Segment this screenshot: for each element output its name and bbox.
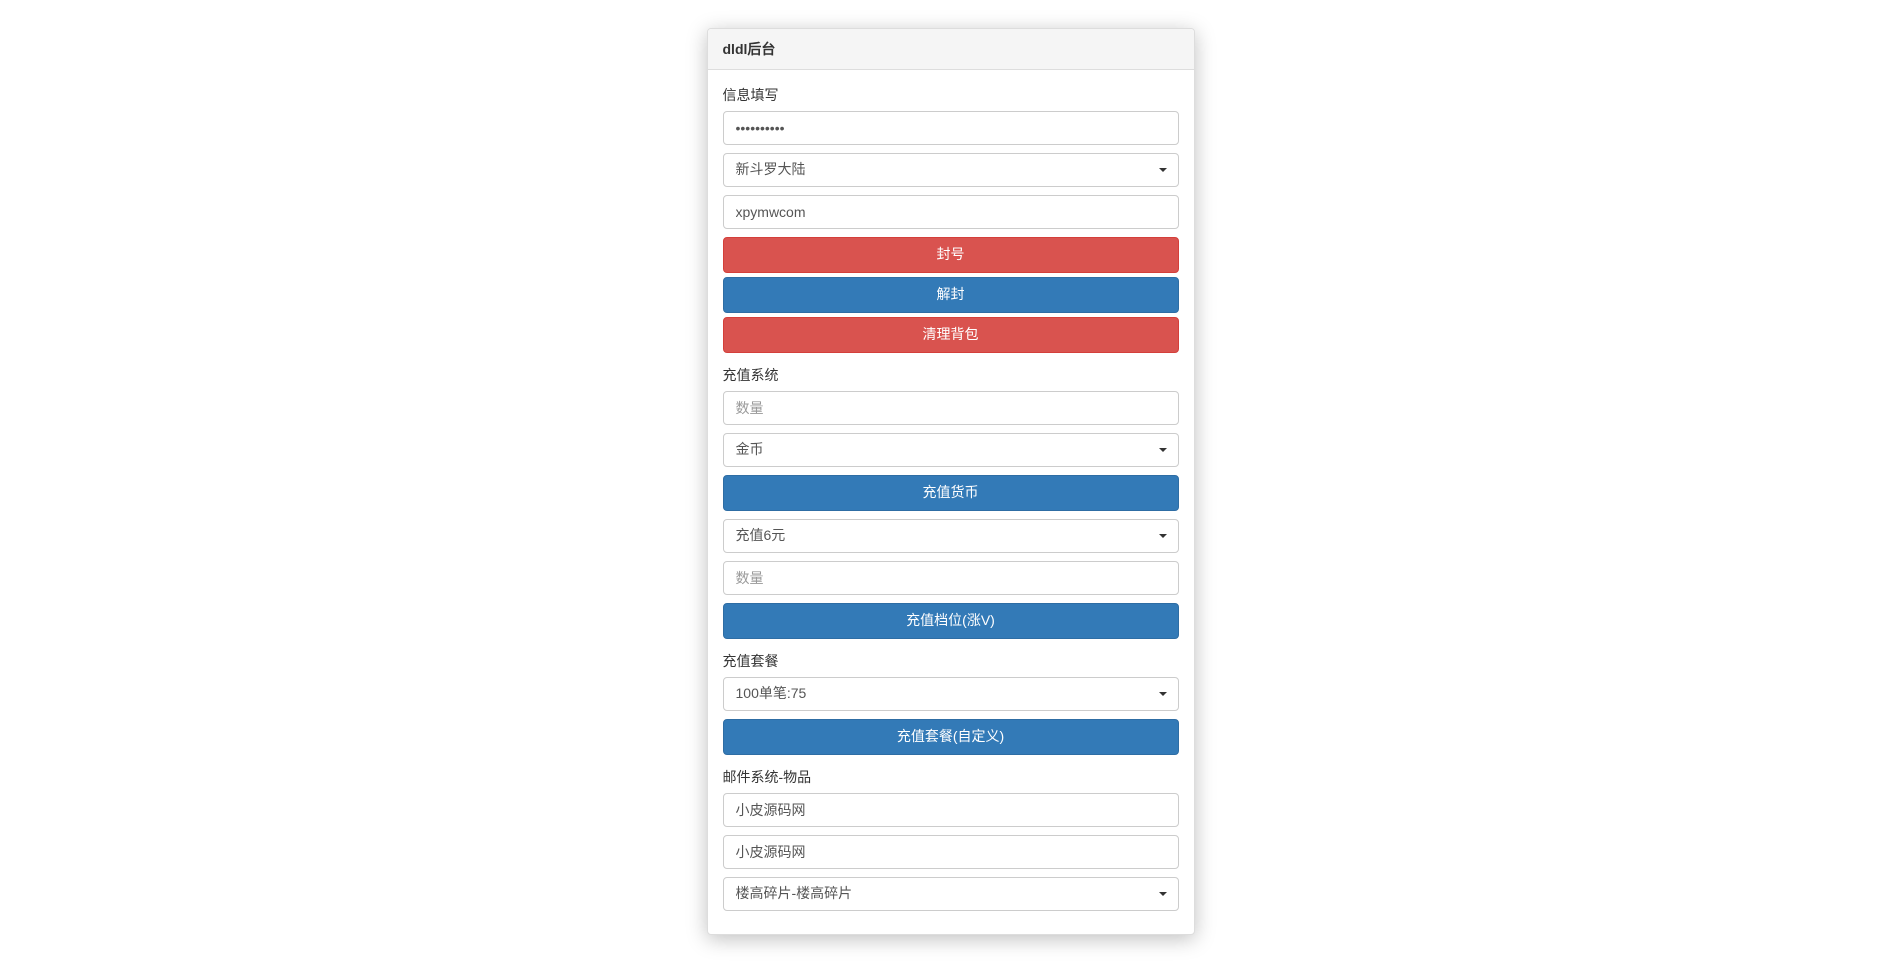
ban-button[interactable]: 封号 bbox=[723, 237, 1179, 273]
clear-bag-button[interactable]: 清理背包 bbox=[723, 317, 1179, 353]
section-recharge-label: 充值系统 bbox=[723, 365, 1179, 385]
admin-panel: dldl后台 信息填写 新斗罗大陆 封号 解封 清理背包 充值系统 金币 充值货… bbox=[707, 28, 1195, 935]
mail-item-select-wrap: 楼高碎片-楼高碎片 bbox=[723, 877, 1179, 911]
unban-button[interactable]: 解封 bbox=[723, 277, 1179, 313]
tier-select[interactable]: 充值6元 bbox=[723, 519, 1179, 553]
charge-currency-button[interactable]: 充值货币 bbox=[723, 475, 1179, 511]
mail-item-select[interactable]: 楼高碎片-楼高碎片 bbox=[723, 877, 1179, 911]
section-info-label: 信息填写 bbox=[723, 85, 1179, 105]
tier-quantity-input[interactable] bbox=[723, 561, 1179, 595]
package-select-wrap: 100单笔:75 bbox=[723, 677, 1179, 711]
server-select-wrap: 新斗罗大陆 bbox=[723, 153, 1179, 187]
section-package-label: 充值套餐 bbox=[723, 651, 1179, 671]
currency-select-wrap: 金币 bbox=[723, 433, 1179, 467]
panel-body: 信息填写 新斗罗大陆 封号 解封 清理背包 充值系统 金币 充值货币 充值6元 … bbox=[708, 70, 1194, 934]
package-select[interactable]: 100单笔:75 bbox=[723, 677, 1179, 711]
charge-package-button[interactable]: 充值套餐(自定义) bbox=[723, 719, 1179, 755]
charge-tier-button[interactable]: 充值档位(涨V) bbox=[723, 603, 1179, 639]
account-input[interactable] bbox=[723, 195, 1179, 229]
mail-field2-input[interactable] bbox=[723, 835, 1179, 869]
tier-select-wrap: 充值6元 bbox=[723, 519, 1179, 553]
panel-title: dldl后台 bbox=[708, 29, 1194, 70]
mail-field1-input[interactable] bbox=[723, 793, 1179, 827]
section-mail-label: 邮件系统-物品 bbox=[723, 767, 1179, 787]
recharge-quantity-input[interactable] bbox=[723, 391, 1179, 425]
server-select[interactable]: 新斗罗大陆 bbox=[723, 153, 1179, 187]
currency-select[interactable]: 金币 bbox=[723, 433, 1179, 467]
password-input[interactable] bbox=[723, 111, 1179, 145]
